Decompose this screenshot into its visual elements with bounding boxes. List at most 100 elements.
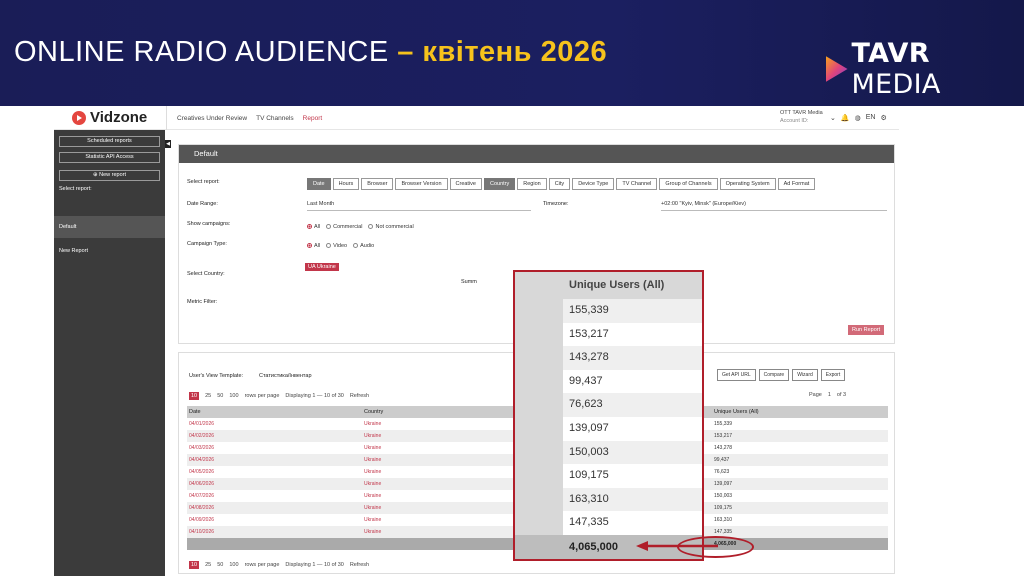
campaign-type-label: Campaign Type:: [187, 241, 227, 247]
zoom-value: 139,097: [569, 421, 609, 434]
table-toolbar: Get API URL Compare Wizard Export: [717, 369, 846, 381]
run-report-button[interactable]: Run Report: [848, 325, 885, 335]
rows-per-page-label: rows per page: [244, 393, 280, 399]
sidebar-item-default[interactable]: Default: [54, 216, 165, 238]
dim-operating-system[interactable]: Operating System: [719, 178, 776, 190]
refresh-button[interactable]: Refresh: [350, 393, 369, 399]
logo-text: Vidzone: [90, 109, 148, 126]
scheduled-reports-button[interactable]: Scheduled reports: [59, 136, 160, 147]
chevron-down-icon[interactable]: ⌄: [830, 114, 836, 122]
campaign-type-radios: All Video Audio: [307, 243, 374, 249]
template-select[interactable]: Статистика/Інвентар: [259, 373, 312, 379]
page-label: Page: [809, 392, 822, 398]
top-bar: Vidzone Creatives Under Review TV Channe…: [54, 106, 899, 130]
sidebar: Scheduled reports Statistic API Access ⊕…: [54, 130, 165, 576]
rows-per-page-label-bottom: rows per page: [244, 562, 280, 568]
col-date[interactable]: Date: [187, 406, 362, 418]
page-size-10[interactable]: 10: [189, 392, 200, 400]
metric-filter-label: Metric Filter:: [187, 299, 218, 305]
dim-hours[interactable]: Hours: [332, 178, 360, 190]
page-size-100-bottom[interactable]: 100: [229, 562, 238, 568]
page-size-50-bottom[interactable]: 50: [217, 562, 223, 568]
col-unique-users[interactable]: Unique Users (All): [712, 406, 888, 418]
select-report-label: Select report:: [59, 186, 92, 192]
radio-not-commercial[interactable]: Not commercial: [368, 224, 414, 230]
export-button[interactable]: Export: [820, 369, 846, 381]
page-size-10-bottom[interactable]: 10: [189, 561, 200, 569]
timezone-select[interactable]: +02:00 "Kyiv, Minsk" (Europe/Kiev): [661, 201, 887, 211]
tavr-play-icon: [826, 56, 848, 82]
sidebar-item-new-report[interactable]: New Report: [54, 240, 165, 262]
wizard-button[interactable]: Wizard: [792, 369, 818, 381]
slide-title: ONLINE RADIO AUDIENCE – квітень 2026: [14, 36, 607, 69]
language-select[interactable]: EN: [866, 114, 876, 122]
nav-report[interactable]: Report: [303, 115, 323, 122]
page-size-25[interactable]: 25: [205, 393, 211, 399]
new-report-button[interactable]: ⊕ New report: [59, 170, 160, 181]
account-name: OTT TAVR Media: [780, 110, 823, 116]
page-size-100[interactable]: 100: [229, 393, 238, 399]
date-range-select[interactable]: Last Month: [307, 201, 531, 211]
page-nav-top: Page 1 of 3: [809, 392, 846, 398]
page-input[interactable]: 1: [828, 392, 831, 398]
pager-bottom: 10 25 50 100 rows per page Displaying 1 …: [189, 561, 369, 569]
brand-text: TAVR MEDIA: [851, 38, 941, 100]
radio-type-all[interactable]: All: [307, 243, 320, 249]
radio-video[interactable]: Video: [326, 243, 347, 249]
zoom-column: Unique Users (All) 155,339 153,217 143,2…: [563, 272, 702, 535]
compare-button[interactable]: Compare: [758, 369, 790, 381]
summ-checkbox[interactable]: Summ: [461, 279, 477, 285]
dim-region[interactable]: Region: [517, 178, 547, 190]
gear-icon[interactable]: ⚙: [880, 114, 886, 122]
statistic-api-button[interactable]: Statistic API Access: [59, 152, 160, 163]
globe-icon[interactable]: ◍: [855, 114, 861, 122]
radio-all[interactable]: All: [307, 224, 320, 230]
dim-browser-version[interactable]: Browser Version: [395, 178, 448, 190]
slide-header: ONLINE RADIO AUDIENCE – квітень 2026 TAV…: [0, 0, 1024, 106]
nav-tv-channels[interactable]: TV Channels: [256, 115, 294, 122]
zoom-value: 143,278: [563, 346, 702, 370]
dim-device-type[interactable]: Device Type: [572, 178, 615, 190]
page-size-50[interactable]: 50: [217, 393, 223, 399]
highlight-ellipse: [677, 536, 754, 558]
top-icons: ⌄ 🔔 ◍ EN ⚙: [830, 114, 887, 122]
nav-creatives[interactable]: Creatives Under Review: [177, 115, 247, 122]
sidebar-collapse-icon[interactable]: ◀: [165, 140, 171, 148]
page-size-25-bottom[interactable]: 25: [205, 562, 211, 568]
dim-group-of-channels[interactable]: Group of Channels: [659, 178, 718, 190]
zoom-value: 76,623: [563, 393, 702, 417]
zoom-total: 4,065,000: [569, 541, 618, 553]
dim-creative[interactable]: Creative: [449, 178, 482, 190]
vidzone-play-icon: [72, 110, 86, 125]
dim-country[interactable]: Country: [484, 178, 516, 190]
dim-city[interactable]: City: [548, 178, 571, 190]
account-id: Account ID:: [780, 118, 809, 124]
zoom-value: 147,335: [569, 516, 609, 529]
dim-date[interactable]: Date: [307, 178, 331, 190]
dim-browser[interactable]: Browser: [361, 178, 394, 190]
dimension-buttons: Date Hours Browser Browser Version Creat…: [307, 178, 816, 190]
vidzone-logo[interactable]: Vidzone: [72, 109, 147, 126]
get-api-url-button[interactable]: Get API URL: [717, 369, 756, 381]
displaying-label: Displaying 1 — 10 of 30: [285, 393, 344, 399]
report-title: Default: [179, 145, 894, 163]
refresh-button-bottom[interactable]: Refresh: [350, 562, 369, 568]
account-selector[interactable]: OTT TAVR Media Account ID:: [780, 109, 823, 125]
page-total: of 3: [836, 392, 847, 398]
radio-commercial[interactable]: Commercial: [326, 224, 362, 230]
zoom-values: 155,339 153,217 143,278 99,437 76,623 13…: [563, 299, 702, 535]
pager-top: 10 25 50 100 rows per page Displaying 1 …: [189, 392, 369, 400]
dim-ad-format[interactable]: Ad Format: [777, 178, 816, 190]
slide-title-main: ONLINE RADIO AUDIENCE: [14, 36, 389, 68]
show-campaigns-radios: All Commercial Not commercial: [307, 224, 414, 230]
bell-icon[interactable]: 🔔: [841, 114, 850, 122]
displaying-label-bottom: Displaying 1 — 10 of 30: [285, 562, 344, 568]
country-tag[interactable]: UA Ukraine: [305, 263, 339, 271]
zoom-callout: Unique Users (All) 155,339 153,217 143,2…: [513, 270, 704, 561]
zoom-value: 99,437: [569, 374, 603, 387]
tavr-media-logo: TAVR MEDIA: [826, 38, 1024, 100]
zoom-value: 150,003: [563, 440, 702, 465]
dim-tv-channel[interactable]: TV Channel: [616, 178, 658, 190]
select-country-label: Select Country:: [187, 271, 225, 277]
radio-audio[interactable]: Audio: [353, 243, 374, 249]
